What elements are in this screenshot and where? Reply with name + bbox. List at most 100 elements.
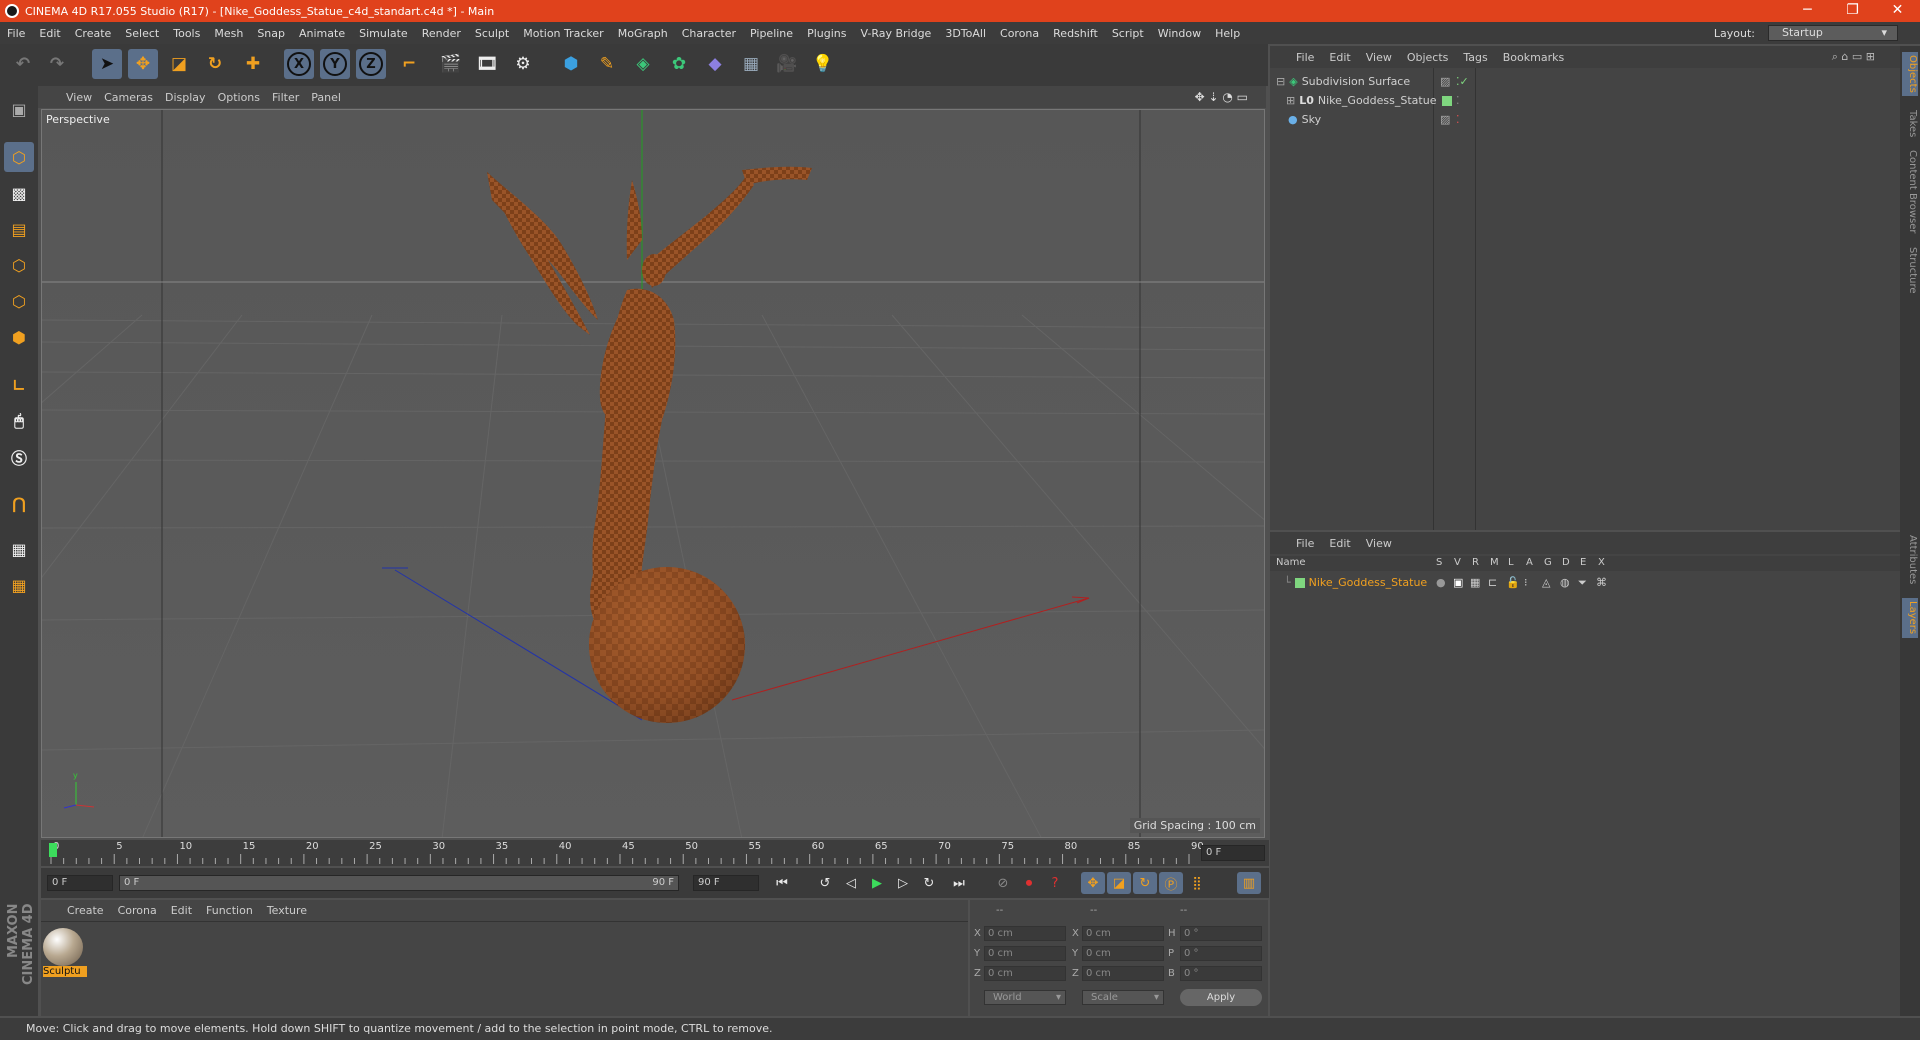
menu-help[interactable]: Help bbox=[1208, 27, 1247, 40]
menu-3dtoall[interactable]: 3DToAll bbox=[938, 27, 993, 40]
lock-icon[interactable]: 🔓 bbox=[1506, 576, 1520, 589]
xref-icon[interactable]: ⌘ bbox=[1596, 576, 1607, 589]
scale-mode-select[interactable]: Scale ▾ bbox=[1082, 990, 1164, 1005]
objects-menu-file[interactable]: File bbox=[1296, 51, 1314, 64]
solo-icon[interactable]: ● bbox=[1436, 576, 1446, 589]
next-key-icon[interactable]: ↻ bbox=[917, 872, 941, 894]
col-xrefs[interactable]: X bbox=[1598, 557, 1605, 568]
viewport-menu-filter[interactable]: Filter bbox=[272, 91, 309, 104]
menu-mograph[interactable]: MoGraph bbox=[611, 27, 675, 40]
viewport-menu-display[interactable]: Display bbox=[165, 91, 216, 104]
menu-select[interactable]: Select bbox=[118, 27, 166, 40]
object-name[interactable]: Sky bbox=[1302, 113, 1321, 126]
close-button[interactable]: ✕ bbox=[1875, 0, 1920, 22]
light-icon[interactable]: 💡 bbox=[808, 49, 838, 79]
viewport-nav-icons[interactable]: ✥ ⇣ ◔ ▭ bbox=[1195, 90, 1258, 104]
workplane-mode-icon[interactable]: ▤ bbox=[4, 214, 34, 244]
object-row-subdivision[interactable]: ⊟ ◈ Subdivision Surface ▨ ⁚✓ bbox=[1270, 72, 1900, 91]
menu-redshift[interactable]: Redshift bbox=[1046, 27, 1105, 40]
object-row-statue[interactable]: ⊞ L0 Nike_Goddess_Statue ⁚ bbox=[1270, 91, 1900, 110]
deformer-icon[interactable]: ◆ bbox=[700, 49, 730, 79]
camera-icon[interactable]: 🎥 bbox=[772, 49, 802, 79]
object-manager-search-icon[interactable]: ⌕ ⌂ ▭ ⊞ bbox=[1832, 50, 1875, 64]
render-picture-viewer-icon[interactable]: 🎞 bbox=[472, 49, 502, 79]
rot-h-field[interactable]: 0 ° bbox=[1180, 926, 1262, 941]
edges-mode-icon[interactable]: ⬡ bbox=[4, 286, 34, 316]
layer-color-swatch[interactable] bbox=[1294, 577, 1305, 588]
record-keys-icon[interactable]: ⊘ bbox=[991, 872, 1015, 894]
redo-icon[interactable]: ↷ bbox=[42, 49, 72, 79]
col-generators[interactable]: G bbox=[1544, 557, 1552, 568]
cloner-icon[interactable]: ✿ bbox=[664, 49, 694, 79]
playhead[interactable] bbox=[49, 843, 57, 857]
timeline-ruler[interactable]: 051015202530354045505560657075808590 0 F bbox=[41, 840, 1269, 866]
next-frame-icon[interactable]: ▷ bbox=[891, 872, 915, 894]
tab-objects[interactable]: Objects bbox=[1902, 52, 1918, 96]
texture-mode-icon[interactable]: ▩ bbox=[4, 178, 34, 208]
menu-pipeline[interactable]: Pipeline bbox=[743, 27, 800, 40]
layout-select[interactable]: Startup ▾ bbox=[1768, 25, 1898, 41]
keyframe-selection-icon[interactable]: ? bbox=[1043, 872, 1067, 894]
material-swatch[interactable]: Sculptu bbox=[43, 928, 87, 978]
tab-structure[interactable]: Structure bbox=[1902, 242, 1918, 298]
col-render[interactable]: R bbox=[1472, 557, 1479, 568]
rotate-icon[interactable]: ↻ bbox=[200, 49, 230, 79]
objects-menu-objects[interactable]: Objects bbox=[1407, 51, 1449, 64]
menu-edit[interactable]: Edit bbox=[32, 27, 67, 40]
material-menu-corona[interactable]: Corona bbox=[118, 904, 157, 917]
disabled-dots-icon[interactable]: ⁚ bbox=[1456, 113, 1460, 126]
visibility-icon[interactable]: ▨ bbox=[1440, 75, 1450, 88]
timeline-window-icon[interactable]: ▥ bbox=[1237, 872, 1261, 894]
world-coordinates-icon[interactable]: ⌐ bbox=[394, 49, 424, 79]
tab-takes[interactable]: Takes bbox=[1902, 106, 1918, 142]
viewport-menu-cameras[interactable]: Cameras bbox=[104, 91, 163, 104]
layer-name[interactable]: Nike_Goddess_Statue bbox=[1309, 576, 1428, 589]
menu-script[interactable]: Script bbox=[1105, 27, 1151, 40]
menu-render[interactable]: Render bbox=[415, 27, 468, 40]
go-to-end-icon[interactable]: ⏭ bbox=[947, 872, 971, 894]
menu-plugins[interactable]: Plugins bbox=[800, 27, 853, 40]
visibility-icon[interactable]: ▨ bbox=[1440, 113, 1450, 126]
menu-snap[interactable]: Snap bbox=[250, 27, 292, 40]
col-locked[interactable]: L bbox=[1508, 557, 1514, 568]
objects-menu-edit[interactable]: Edit bbox=[1329, 51, 1350, 64]
render-settings-icon[interactable]: ⚙ bbox=[508, 49, 538, 79]
start-frame-field[interactable]: 0 F bbox=[47, 875, 113, 891]
coordinate-mode-select[interactable]: World ▾ bbox=[984, 990, 1066, 1005]
rot-p-field[interactable]: 0 ° bbox=[1180, 946, 1262, 961]
material-menu-create[interactable]: Create bbox=[67, 904, 104, 917]
workplane-icon[interactable]: ▦ bbox=[4, 570, 34, 600]
object-name[interactable]: Subdivision Surface bbox=[1302, 75, 1410, 88]
points-mode-icon[interactable]: ⬡ bbox=[4, 250, 34, 280]
col-animation[interactable]: A bbox=[1526, 557, 1533, 568]
apply-button[interactable]: Apply bbox=[1180, 989, 1262, 1006]
go-to-start-icon[interactable]: ⏮ bbox=[770, 872, 794, 894]
viewport-menu-options[interactable]: Options bbox=[218, 91, 270, 104]
generators-icon[interactable]: ◬ bbox=[1542, 576, 1550, 589]
key-rotation-icon[interactable]: ↻ bbox=[1133, 872, 1157, 894]
render-icon[interactable]: ▦ bbox=[1470, 576, 1480, 589]
end-frame-field[interactable]: 90 F bbox=[693, 875, 759, 891]
enabled-check-icon[interactable]: ⁚✓ bbox=[1456, 75, 1469, 88]
key-pla-icon[interactable]: ⣿ bbox=[1185, 872, 1209, 894]
pen-icon[interactable]: ✎ bbox=[592, 49, 622, 79]
x-axis-icon[interactable]: X bbox=[284, 49, 314, 79]
z-axis-icon[interactable]: Z bbox=[356, 49, 386, 79]
y-axis-icon[interactable]: Y bbox=[320, 49, 350, 79]
workplane-lock-icon[interactable]: ▦ bbox=[4, 534, 34, 564]
objects-menu-bookmarks[interactable]: Bookmarks bbox=[1503, 51, 1564, 64]
menu-create[interactable]: Create bbox=[68, 27, 119, 40]
menu-character[interactable]: Character bbox=[675, 27, 743, 40]
animation-icon[interactable]: ⁝ bbox=[1524, 576, 1528, 589]
viewport[interactable]: y Perspective Grid Spacing : 100 cm bbox=[41, 109, 1265, 838]
pos-x-field[interactable]: 0 cm bbox=[984, 926, 1066, 941]
menu-simulate[interactable]: Simulate bbox=[352, 27, 415, 40]
deformers-icon[interactable]: ◍ bbox=[1560, 576, 1570, 589]
model-mode-icon[interactable]: ⬡ bbox=[4, 142, 34, 172]
menu-window[interactable]: Window bbox=[1151, 27, 1208, 40]
pos-y-field[interactable]: 0 cm bbox=[984, 946, 1066, 961]
magnet-icon[interactable]: ⋂ bbox=[4, 488, 34, 518]
tab-attributes[interactable]: Attributes bbox=[1902, 532, 1918, 588]
axis-mode-icon[interactable]: ∟ bbox=[4, 370, 34, 400]
size-y-field[interactable]: 0 cm bbox=[1082, 946, 1164, 961]
